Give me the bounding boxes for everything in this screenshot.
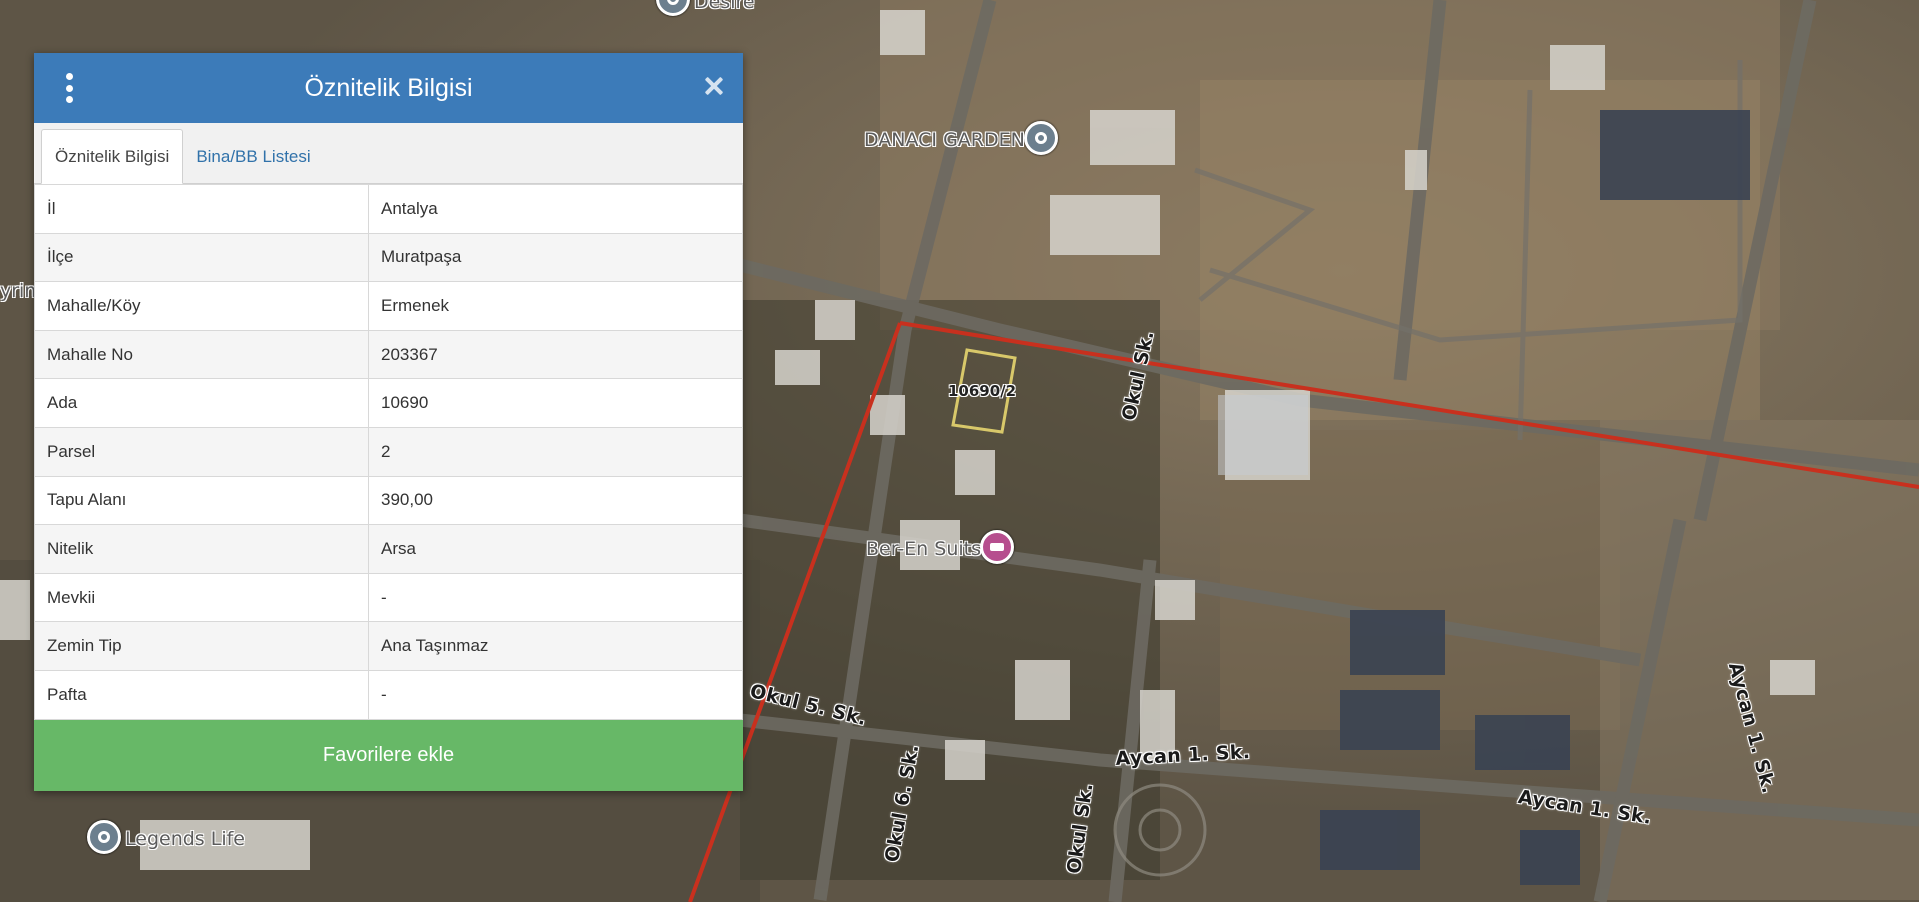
row-key: Mahalle/Köy xyxy=(34,281,369,331)
row-value: 390,00 xyxy=(368,475,743,526)
row-key: Mahalle No xyxy=(34,329,369,380)
row-value: Muratpaşa xyxy=(368,232,743,283)
row-key: Tapu Alanı xyxy=(34,475,369,526)
table-row: Mevkii - xyxy=(34,572,743,623)
table-row: Ada 10690 xyxy=(34,378,743,428)
hotel-pin-icon[interactable] xyxy=(980,530,1014,564)
more-options-icon[interactable] xyxy=(60,73,78,103)
row-key: Mevkii xyxy=(34,572,369,623)
panel-title: Öznitelik Bilgisi xyxy=(304,73,473,102)
poi-label-desire[interactable]: Desire xyxy=(694,0,755,13)
attribute-info-panel: Öznitelik Bilgisi Öznitelik Bilgisi Bina… xyxy=(34,53,743,791)
row-key: Ada xyxy=(34,378,369,428)
close-icon[interactable] xyxy=(703,75,725,97)
row-key: Pafta xyxy=(34,669,369,720)
add-to-favorites-button[interactable]: Favorilere ekle xyxy=(34,719,743,791)
row-key: Nitelik xyxy=(34,524,369,574)
row-value: Arsa xyxy=(368,524,743,574)
table-row: Parsel 2 xyxy=(34,426,743,477)
table-row: Tapu Alanı 390,00 xyxy=(34,475,743,526)
table-row: İlçe Muratpaşa xyxy=(34,232,743,283)
row-value: Ermenek xyxy=(368,281,743,331)
row-value: Ana Taşınmaz xyxy=(368,621,743,671)
panel-header: Öznitelik Bilgisi xyxy=(34,53,743,123)
table-row: İl Antalya xyxy=(34,184,743,234)
row-value: Antalya xyxy=(368,184,743,234)
poi-label-beren-suits[interactable]: Ber-En Suits xyxy=(866,538,981,560)
row-value: 2 xyxy=(368,426,743,477)
place-pin-icon[interactable] xyxy=(1024,121,1058,155)
table-row: Mahalle No 203367 xyxy=(34,329,743,380)
panel-tabs: Öznitelik Bilgisi Bina/BB Listesi xyxy=(34,123,743,184)
row-key: Parsel xyxy=(34,426,369,477)
row-key: Zemin Tip xyxy=(34,621,369,671)
table-row: Nitelik Arsa xyxy=(34,524,743,574)
row-value: - xyxy=(368,669,743,720)
place-pin-icon[interactable] xyxy=(87,820,121,854)
attribute-table: İl Antalya İlçe Muratpaşa Mahalle/Köy Ermen… xyxy=(34,184,743,720)
row-value: 203367 xyxy=(368,329,743,380)
table-row: Zemin Tip Ana Taşınmaz xyxy=(34,621,743,671)
row-key: İlçe xyxy=(34,232,369,283)
poi-label-legends-life[interactable]: Legends Life xyxy=(125,828,245,850)
tab-attribute-info[interactable]: Öznitelik Bilgisi xyxy=(41,129,184,184)
table-row: Pafta - xyxy=(34,669,743,720)
table-row: Mahalle/Köy Ermenek xyxy=(34,281,743,331)
poi-label-danaci-garden[interactable]: DANACI GARDEN xyxy=(864,129,1025,151)
parcel-number-label: 10690/2 xyxy=(948,382,1017,400)
row-value: - xyxy=(368,572,743,623)
tab-building-list[interactable]: Bina/BB Listesi xyxy=(183,129,323,184)
row-key: İl xyxy=(34,184,369,234)
row-value: 10690 xyxy=(368,378,743,428)
